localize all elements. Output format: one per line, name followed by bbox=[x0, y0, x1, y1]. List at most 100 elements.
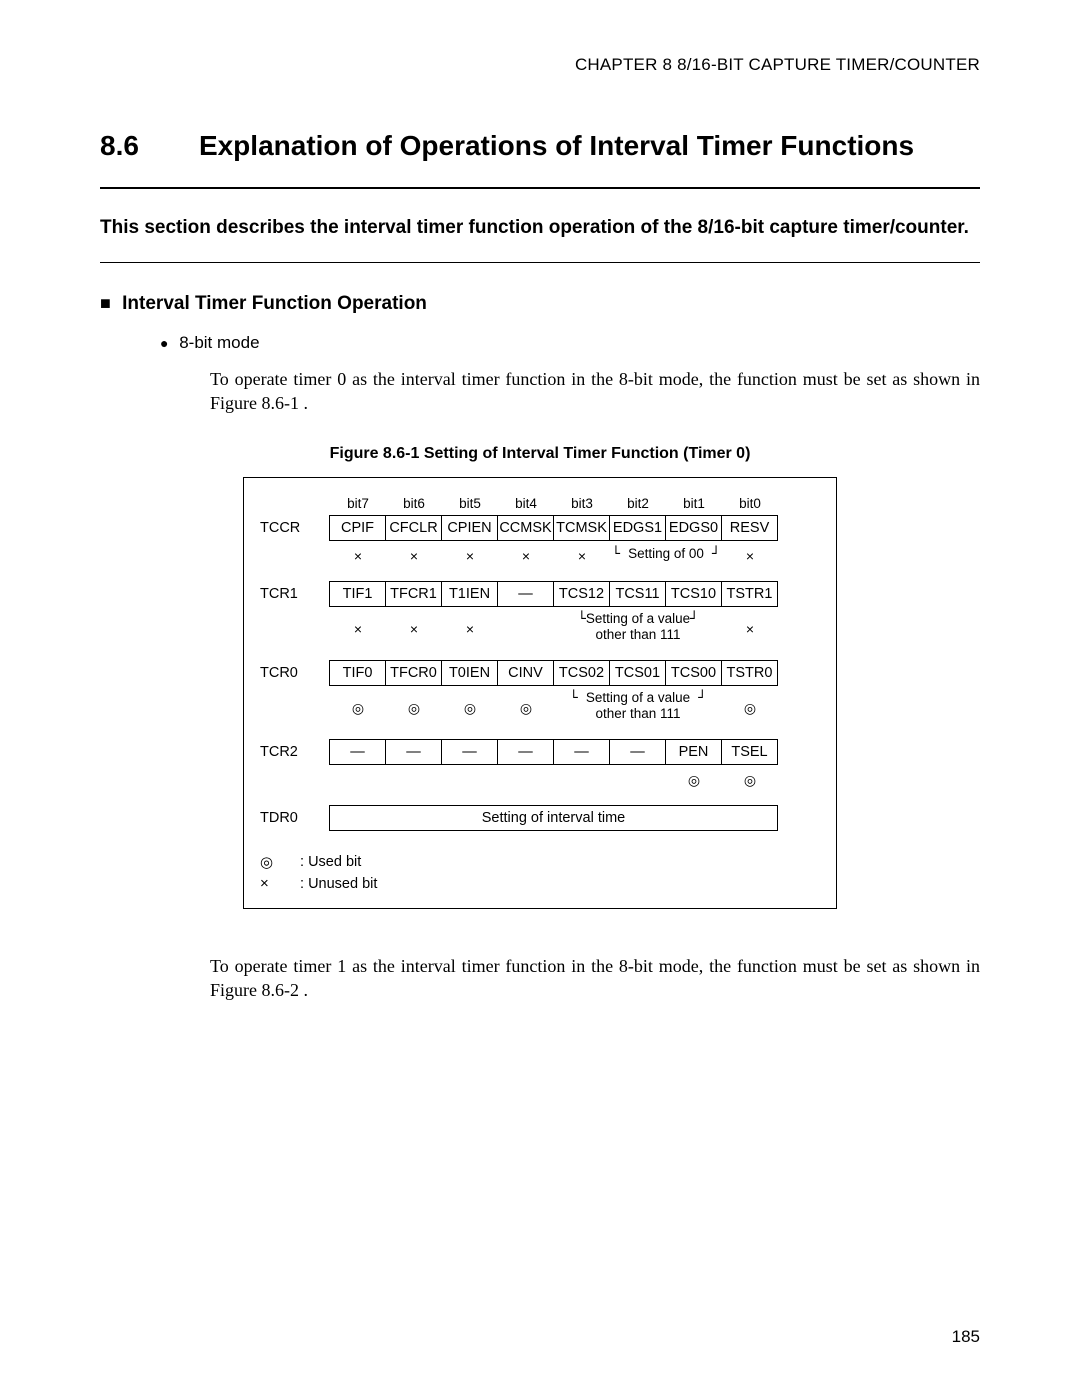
bit-cell: T0IEN bbox=[441, 660, 498, 686]
tcr2-annot-row: ◎ ◎ bbox=[260, 765, 820, 787]
section-title: Explanation of Operations of Interval Ti… bbox=[199, 130, 914, 162]
figure-caption: Figure 8.6-1 Setting of Interval Timer F… bbox=[100, 445, 980, 463]
tccr-annot-row: × × × × × └ Setting of 00 ┘ × bbox=[260, 541, 820, 563]
register-label: TDR0 bbox=[260, 810, 330, 826]
state-annot: × bbox=[722, 614, 778, 636]
register-label: TCR2 bbox=[260, 744, 330, 760]
bit-cell: TSEL bbox=[721, 739, 778, 765]
mode-bullet-text: 8-bit mode bbox=[179, 333, 259, 352]
legend: ◎ : Used bit × : Unused bit bbox=[260, 853, 820, 892]
state-note: └ Setting of 00 ┘ bbox=[610, 542, 722, 562]
bit-cell: TFCR0 bbox=[385, 660, 442, 686]
state-annot: × bbox=[330, 614, 386, 636]
state-annot: ◎ bbox=[722, 765, 778, 787]
bit-cell: — bbox=[329, 739, 386, 765]
state-annot: ◎ bbox=[498, 693, 554, 715]
tdr0-note: Setting of interval time bbox=[329, 805, 778, 831]
bit-header: bit1 bbox=[666, 496, 722, 515]
state-annot: ◎ bbox=[722, 693, 778, 715]
section-number: 8.6 bbox=[100, 130, 139, 162]
state-annot: × bbox=[442, 614, 498, 636]
figure-container: bit7 bit6 bit5 bit4 bit3 bit2 bit1 bit0 … bbox=[100, 477, 980, 909]
tcr1-row: TCR1 TIF1 TFCR1 T1IEN — TCS12 TCS11 TCS1… bbox=[260, 581, 820, 607]
register-label: TCR0 bbox=[260, 665, 330, 681]
state-annot: ◎ bbox=[442, 693, 498, 715]
bit-cell: CFCLR bbox=[385, 515, 442, 541]
bit-cell: TCS10 bbox=[665, 581, 722, 607]
tcr0-annot-row: ◎ ◎ ◎ ◎ └ Setting of a value ┘ other tha… bbox=[260, 686, 820, 721]
tcr0-row: TCR0 TIF0 TFCR0 T0IEN CINV TCS02 TCS01 T… bbox=[260, 660, 820, 686]
bit-cell: TCS00 bbox=[665, 660, 722, 686]
tcr2-row: TCR2 — — — — — — PEN TSEL bbox=[260, 739, 820, 765]
state-annot: ◎ bbox=[386, 693, 442, 715]
section-heading: 8.6 Explanation of Operations of Interva… bbox=[100, 130, 980, 162]
intro-text: This section describes the interval time… bbox=[100, 214, 980, 242]
bit-header: bit4 bbox=[498, 496, 554, 515]
bit-cell: EDGS1 bbox=[609, 515, 666, 541]
unused-symbol: × bbox=[260, 875, 300, 892]
body-paragraph-2: To operate timer 1 as the interval timer… bbox=[210, 954, 980, 1003]
bit-cell: CINV bbox=[497, 660, 554, 686]
state-annot: × bbox=[442, 541, 498, 563]
bit-cell: — bbox=[497, 581, 554, 607]
state-note: └Setting of a value┘ other than 111 bbox=[554, 607, 722, 642]
bit-header: bit5 bbox=[442, 496, 498, 515]
subheading: ■ Interval Timer Function Operation bbox=[100, 293, 980, 315]
state-annot: × bbox=[554, 541, 610, 563]
bit-cell: TFCR1 bbox=[385, 581, 442, 607]
bit-cell: — bbox=[553, 739, 610, 765]
bit-header: bit6 bbox=[386, 496, 442, 515]
legend-text: : Unused bit bbox=[300, 876, 820, 892]
intro-rule bbox=[100, 262, 980, 263]
tcr1-annot-row: × × × └Setting of a value┘ other than 11… bbox=[260, 607, 820, 642]
bit-cell: TCS02 bbox=[553, 660, 610, 686]
bit-cell: EDGS0 bbox=[665, 515, 722, 541]
bit-header: bit2 bbox=[610, 496, 666, 515]
tdr0-row: TDR0 Setting of interval time bbox=[260, 805, 820, 831]
state-annot: × bbox=[330, 541, 386, 563]
state-annot: × bbox=[722, 541, 778, 563]
legend-row: × : Unused bit bbox=[260, 875, 820, 892]
page: CHAPTER 8 8/16-BIT CAPTURE TIMER/COUNTER… bbox=[0, 0, 1080, 1397]
state-annot: × bbox=[498, 541, 554, 563]
bit-cell: PEN bbox=[665, 739, 722, 765]
subheading-text: Interval Timer Function Operation bbox=[122, 293, 427, 314]
bit-cell: — bbox=[497, 739, 554, 765]
bit-cell: TCS12 bbox=[553, 581, 610, 607]
bit-header: bit0 bbox=[722, 496, 778, 515]
bit-cell: CPIEN bbox=[441, 515, 498, 541]
body-paragraph-1: To operate timer 0 as the interval timer… bbox=[210, 367, 980, 416]
bit-cell: TCS01 bbox=[609, 660, 666, 686]
bit-cell: T1IEN bbox=[441, 581, 498, 607]
register-label: TCR1 bbox=[260, 586, 330, 602]
figure: bit7 bit6 bit5 bit4 bit3 bit2 bit1 bit0 … bbox=[243, 477, 837, 909]
state-annot: × bbox=[386, 541, 442, 563]
bit-cell: TCS11 bbox=[609, 581, 666, 607]
bit-cell: CCMSK bbox=[497, 515, 554, 541]
dot-bullet-icon: ● bbox=[160, 335, 168, 351]
bit-cell: TCMSK bbox=[553, 515, 610, 541]
bit-cell: CPIF bbox=[329, 515, 386, 541]
square-bullet-icon: ■ bbox=[100, 293, 111, 313]
used-symbol: ◎ bbox=[260, 853, 300, 871]
state-note: └ Setting of a value ┘ other than 111 bbox=[554, 686, 722, 721]
bit-cell: TIF1 bbox=[329, 581, 386, 607]
bit-cell: — bbox=[609, 739, 666, 765]
state-annot: × bbox=[386, 614, 442, 636]
state-annot: ◎ bbox=[330, 693, 386, 715]
bit-cell: TSTR1 bbox=[721, 581, 778, 607]
legend-text: : Used bit bbox=[300, 854, 820, 870]
state-annot: ◎ bbox=[666, 765, 722, 787]
bit-cell: TSTR0 bbox=[721, 660, 778, 686]
bit-cell: TIF0 bbox=[329, 660, 386, 686]
tccr-row: TCCR CPIF CFCLR CPIEN CCMSK TCMSK EDGS1 … bbox=[260, 515, 820, 541]
bit-cell: RESV bbox=[721, 515, 778, 541]
heading-rule bbox=[100, 187, 980, 189]
mode-bullet: ● 8-bit mode bbox=[160, 333, 980, 353]
bit-cell: — bbox=[441, 739, 498, 765]
bit-cell: — bbox=[385, 739, 442, 765]
legend-row: ◎ : Used bit bbox=[260, 853, 820, 871]
bit-header: bit3 bbox=[554, 496, 610, 515]
register-label: TCCR bbox=[260, 520, 330, 536]
chapter-header: CHAPTER 8 8/16-BIT CAPTURE TIMER/COUNTER bbox=[100, 55, 980, 75]
